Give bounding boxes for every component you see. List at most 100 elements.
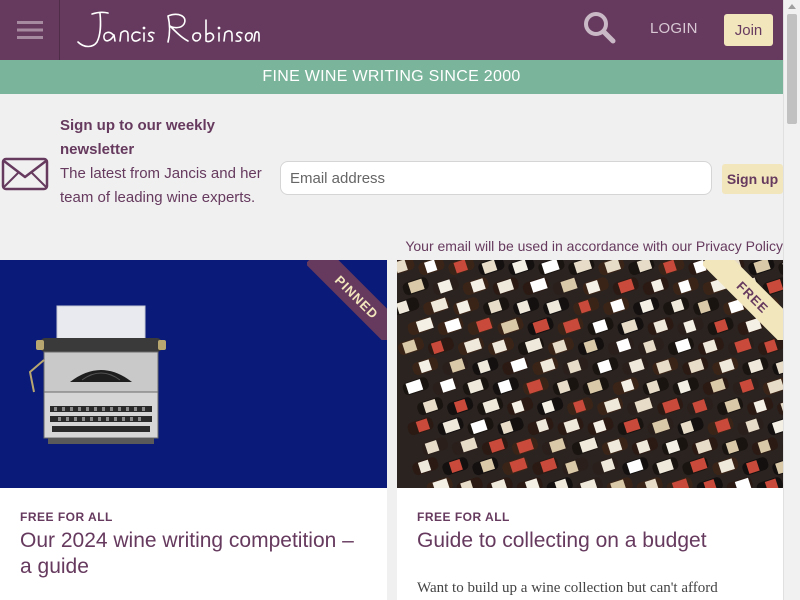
wine-bottle bbox=[652, 357, 679, 376]
wine-bottle bbox=[582, 377, 609, 396]
login-link[interactable]: LOGIN bbox=[650, 20, 698, 37]
wine-bottle bbox=[652, 457, 679, 476]
newsletter-description: The latest from Jancis and her team of l… bbox=[60, 165, 262, 206]
wine-bottle bbox=[442, 457, 469, 476]
wine-bottle bbox=[472, 457, 499, 476]
wine-bottle bbox=[513, 297, 540, 316]
page-scrollbar[interactable] bbox=[783, 0, 800, 600]
pinned-ribbon-label: PINNED bbox=[307, 260, 387, 340]
wine-bottle bbox=[687, 397, 714, 416]
wine-bottle bbox=[762, 377, 783, 396]
join-button[interactable]: Join bbox=[724, 14, 773, 46]
wine-bottle bbox=[502, 357, 529, 376]
wine-bottle bbox=[657, 397, 684, 416]
site-logo[interactable] bbox=[70, 6, 260, 52]
wine-bottle bbox=[462, 277, 489, 296]
wine-bottle bbox=[397, 297, 420, 316]
privacy-policy-link[interactable]: Privacy Policy bbox=[696, 238, 783, 254]
article-card-wine-writing-competition[interactable]: PINNED FREE FOR ALL Our 2024 wine writin… bbox=[0, 260, 387, 600]
wine-bottle bbox=[672, 377, 699, 396]
wine-bottle bbox=[527, 317, 554, 336]
wine-bottle bbox=[682, 457, 709, 476]
wine-bottle bbox=[721, 437, 749, 456]
signup-button[interactable]: Sign up bbox=[722, 164, 783, 194]
wine-bottle bbox=[742, 357, 769, 376]
wine-bottle bbox=[631, 437, 659, 456]
search-icon[interactable] bbox=[582, 10, 616, 44]
scroll-up-arrow-icon[interactable] bbox=[788, 4, 796, 9]
article-card-collecting-on-budget[interactable]: FREE FREE FOR ALL Guide to collecting on… bbox=[397, 260, 783, 600]
wine-bottle bbox=[573, 297, 600, 316]
wine-bottle bbox=[747, 397, 774, 416]
wine-bottle bbox=[467, 317, 494, 336]
wine-bottle bbox=[587, 317, 614, 336]
wine-bottle bbox=[467, 417, 494, 436]
wine-bottle bbox=[607, 337, 635, 356]
free-ribbon: FREE bbox=[703, 260, 783, 340]
free-ribbon-label: FREE bbox=[703, 260, 783, 340]
wine-bottle bbox=[483, 297, 510, 316]
card-category-label: FREE FOR ALL bbox=[20, 510, 113, 524]
wine-bottle bbox=[617, 317, 644, 336]
wine-bottle bbox=[696, 477, 723, 488]
wine-rack-image[interactable]: FREE bbox=[397, 260, 783, 488]
wine-bottle bbox=[571, 437, 599, 456]
envelope-icon bbox=[1, 157, 49, 191]
wine-bottle bbox=[407, 317, 434, 336]
wine-bottle bbox=[407, 417, 434, 436]
wine-bottle bbox=[511, 437, 539, 456]
wine-bottle bbox=[402, 277, 429, 296]
typewriter-image[interactable]: PINNED bbox=[0, 260, 387, 488]
wine-bottle bbox=[661, 437, 689, 456]
wine-bottle bbox=[603, 297, 630, 316]
wine-bottle bbox=[567, 397, 594, 416]
wine-bottle bbox=[418, 260, 445, 276]
wine-bottle bbox=[557, 417, 584, 436]
wine-bottle bbox=[677, 417, 704, 436]
wine-bottle bbox=[557, 317, 584, 336]
newsletter-title: Sign up to our weekly newsletter bbox=[60, 117, 216, 158]
wine-bottle bbox=[442, 357, 469, 376]
wine-bottle bbox=[772, 457, 783, 476]
wine-bottle bbox=[667, 337, 695, 356]
email-input[interactable] bbox=[280, 161, 712, 195]
wine-bottle bbox=[587, 417, 614, 436]
card-title[interactable]: Guide to collecting on a budget bbox=[417, 528, 767, 554]
wine-bottle bbox=[402, 377, 429, 396]
scrollbar-thumb[interactable] bbox=[787, 14, 797, 124]
wine-bottle bbox=[412, 357, 439, 376]
wine-bottle bbox=[447, 397, 474, 416]
wine-bottle bbox=[478, 260, 505, 276]
wine-bottle bbox=[427, 337, 455, 356]
wine-bottle bbox=[582, 277, 609, 296]
wine-bottle bbox=[642, 377, 669, 396]
wine-bottle bbox=[507, 397, 534, 416]
wine-bottle bbox=[492, 277, 519, 296]
card-title[interactable]: Our 2024 wine writing competition – a gu… bbox=[20, 528, 370, 580]
wine-bottle bbox=[691, 437, 719, 456]
wine-bottle bbox=[538, 260, 565, 276]
wine-bottle bbox=[481, 437, 509, 456]
wine-bottle bbox=[622, 357, 649, 376]
wine-bottle bbox=[423, 297, 450, 316]
wine-bottle bbox=[517, 337, 545, 356]
hamburger-icon bbox=[16, 21, 43, 39]
wine-bottle bbox=[453, 297, 480, 316]
wine-bottle bbox=[508, 260, 535, 276]
privacy-notice: Your email will be used in accordance wi… bbox=[405, 238, 783, 254]
pinned-ribbon: PINNED bbox=[307, 260, 387, 340]
wine-bottle bbox=[742, 457, 769, 476]
wine-bottle bbox=[658, 260, 685, 276]
wine-bottle bbox=[606, 477, 633, 488]
wine-bottle bbox=[546, 477, 573, 488]
wine-bottle bbox=[472, 357, 499, 376]
wine-bottle bbox=[677, 317, 704, 336]
wine-bottle bbox=[633, 297, 660, 316]
wine-bottle bbox=[432, 377, 459, 396]
menu-button[interactable] bbox=[0, 0, 60, 60]
wine-bottle bbox=[462, 377, 489, 396]
wine-bottle bbox=[522, 377, 549, 396]
privacy-text: Your email will be used in accordance wi… bbox=[405, 238, 696, 254]
wine-bottle bbox=[541, 437, 569, 456]
wine-bottle bbox=[597, 397, 624, 416]
